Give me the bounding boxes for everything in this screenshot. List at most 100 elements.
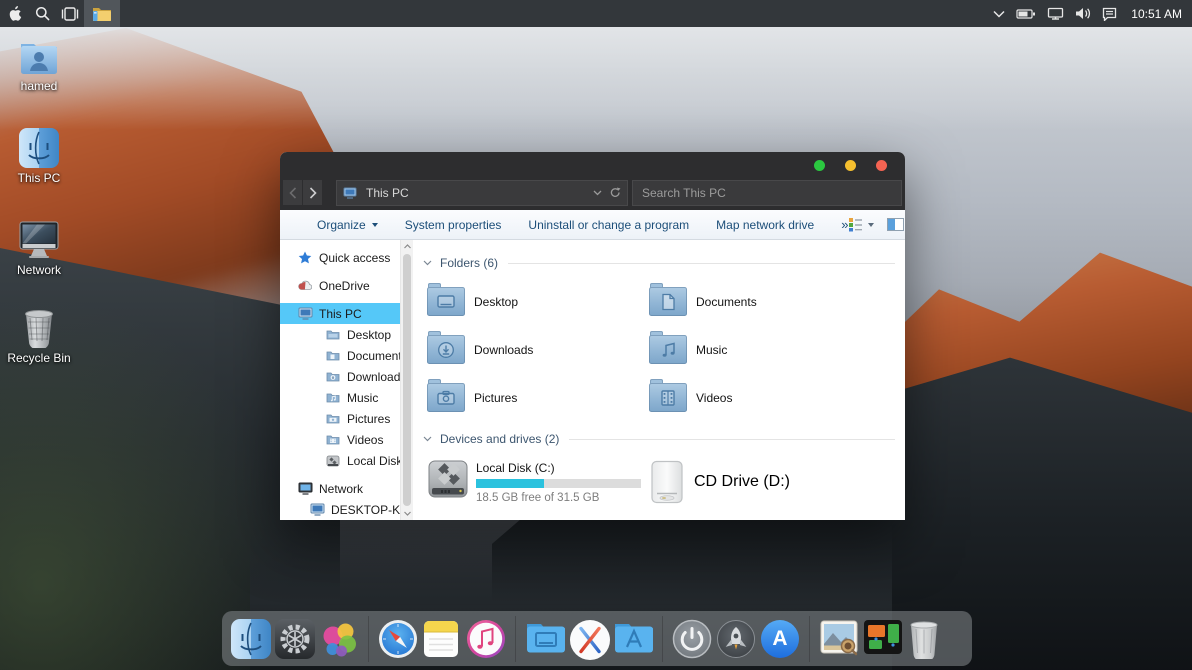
sidebar-item-label: Music [347,391,378,405]
close-button[interactable] [876,160,887,171]
folder-item-pictures[interactable]: Pictures [427,380,649,415]
zoom-button[interactable] [814,160,825,171]
dock-launchpad-icon[interactable] [716,619,756,659]
sidebar-item-pictures[interactable]: Pictures [280,408,400,429]
address-dropdown-icon[interactable] [593,190,602,196]
folder-item-desktop[interactable]: Desktop [427,284,649,319]
dock-trash-icon[interactable] [907,619,947,659]
sidebar-item-quick-access[interactable]: Quick access [280,247,400,268]
dock-documents-folder-icon[interactable] [525,619,565,659]
dock-os-x-el-capitan-icon[interactable] [569,619,609,659]
dock-separator [515,616,516,662]
drive-item-cd[interactable]: CD Drive (D:) [649,459,897,504]
window-content: Quick access OneDrive This PC Desktop [280,240,905,520]
cd-drive-icon [649,460,685,504]
refresh-icon[interactable] [610,187,621,198]
address-bar[interactable]: This PC [336,180,628,206]
system-properties-button[interactable]: System properties [405,218,502,232]
search-icon[interactable] [28,0,56,27]
dock-finder-icon[interactable] [231,619,271,659]
preview-pane-button[interactable] [887,218,904,231]
folders-section-header[interactable]: Folders (6) [423,253,897,273]
desktop-icon-network[interactable]: Network [4,218,74,277]
section-title: Folders (6) [440,256,498,270]
section-rule [569,439,895,440]
scrollbar-thumb[interactable] [403,254,411,506]
this-pc-icon [343,187,357,199]
window-titlebar[interactable] [280,152,905,178]
sidebar-item-label: OneDrive [319,279,370,293]
computer-icon [297,307,313,320]
scroll-down-arrow[interactable] [401,507,414,520]
folder-icon [325,371,341,382]
file-explorer-taskbar-button[interactable] [84,0,120,27]
action-center-icon[interactable] [1102,7,1117,21]
chevron-down-icon [372,223,378,227]
uninstall-program-button[interactable]: Uninstall or change a program [528,218,689,232]
sidebar-item-desktop-kpt6f[interactable]: DESKTOP-KPT6F [280,499,400,520]
folder-item-downloads[interactable]: Downloads [427,332,649,367]
dock-separator [368,616,369,662]
folder-item-videos[interactable]: Videos [649,380,897,415]
scroll-up-arrow[interactable] [401,240,414,253]
imac-icon [4,218,74,260]
sidebar-item-videos[interactable]: Videos [280,429,400,450]
desktop-icon-label: Recycle Bin [4,351,74,365]
dock-applications-folder-icon[interactable] [613,619,653,659]
dock-app-store-icon[interactable]: A [760,619,800,659]
address-text: This PC [366,186,593,200]
task-view-icon[interactable] [56,0,84,27]
map-network-drive-button[interactable]: Map network drive [716,218,814,232]
forward-button[interactable] [303,180,322,205]
dock-separator [809,616,810,662]
volume-icon[interactable] [1075,7,1091,20]
minimize-button[interactable] [845,160,856,171]
sidebar-scrollbar[interactable] [400,240,413,520]
sidebar-item-label: DESKTOP-KPT6F [331,503,400,517]
dock-safari-icon[interactable] [378,619,418,659]
sidebar-item-onedrive[interactable]: OneDrive [280,275,400,296]
finder-face-icon [4,126,74,168]
dock-desktops-icon[interactable] [863,619,903,659]
app-store-glyph: A [760,619,800,659]
back-button[interactable] [283,180,302,205]
tray-chevron-icon[interactable] [993,10,1005,18]
folder-item-documents[interactable]: Documents [649,284,897,319]
dock-system-preferences-icon[interactable] [275,619,315,659]
sidebar-item-label: Videos [347,433,383,447]
folder-icon [325,413,341,424]
drive-item-local-disk[interactable]: Local Disk (C:) 18.5 GB free of 31.5 GB [427,459,649,504]
clock[interactable]: 10:51 AM [1131,7,1182,21]
drives-section-header[interactable]: Devices and drives (2) [423,429,897,449]
battery-icon[interactable] [1016,8,1036,20]
disk-usage-bar [476,479,641,488]
search-input[interactable] [633,181,901,205]
change-view-button[interactable] [848,217,874,232]
videos-folder-icon [649,383,687,412]
sidebar-item-label: Desktop [347,328,391,342]
desktop-icon-recycle-bin[interactable]: Recycle Bin [4,306,74,365]
network-display-icon[interactable] [1047,7,1064,20]
sidebar-item-label: Network [319,482,363,496]
dock-power-icon[interactable] [672,619,712,659]
dock-game-center-icon[interactable] [319,619,359,659]
drive-name: Local Disk (C:) [476,461,641,475]
dock-photos-icon[interactable] [819,619,859,659]
sidebar-item-documents[interactable]: Documents [280,345,400,366]
search-box[interactable] [632,180,902,206]
dock-itunes-icon[interactable] [466,619,506,659]
sidebar-item-network[interactable]: Network [280,478,400,499]
folder-item-music[interactable]: Music [649,332,897,367]
sidebar-item-this-pc[interactable]: This PC [280,303,400,324]
desktop-icon-hamed[interactable]: hamed [4,34,74,93]
desktop-icon-this-pc[interactable]: This PC [4,126,74,185]
toolbar-overflow-button[interactable]: » [841,217,848,232]
dock-notes-icon[interactable] [422,619,462,659]
sidebar-item-music[interactable]: Music [280,387,400,408]
organize-button[interactable]: Organize [317,218,378,232]
sidebar-item-downloads[interactable]: Downloads [280,366,400,387]
apple-icon[interactable] [0,0,28,27]
sidebar-item-local-disk[interactable]: Local Disk (C:) [280,450,400,471]
drives-grid: Local Disk (C:) 18.5 GB free of 31.5 GB [427,459,897,504]
sidebar-item-desktop[interactable]: Desktop [280,324,400,345]
